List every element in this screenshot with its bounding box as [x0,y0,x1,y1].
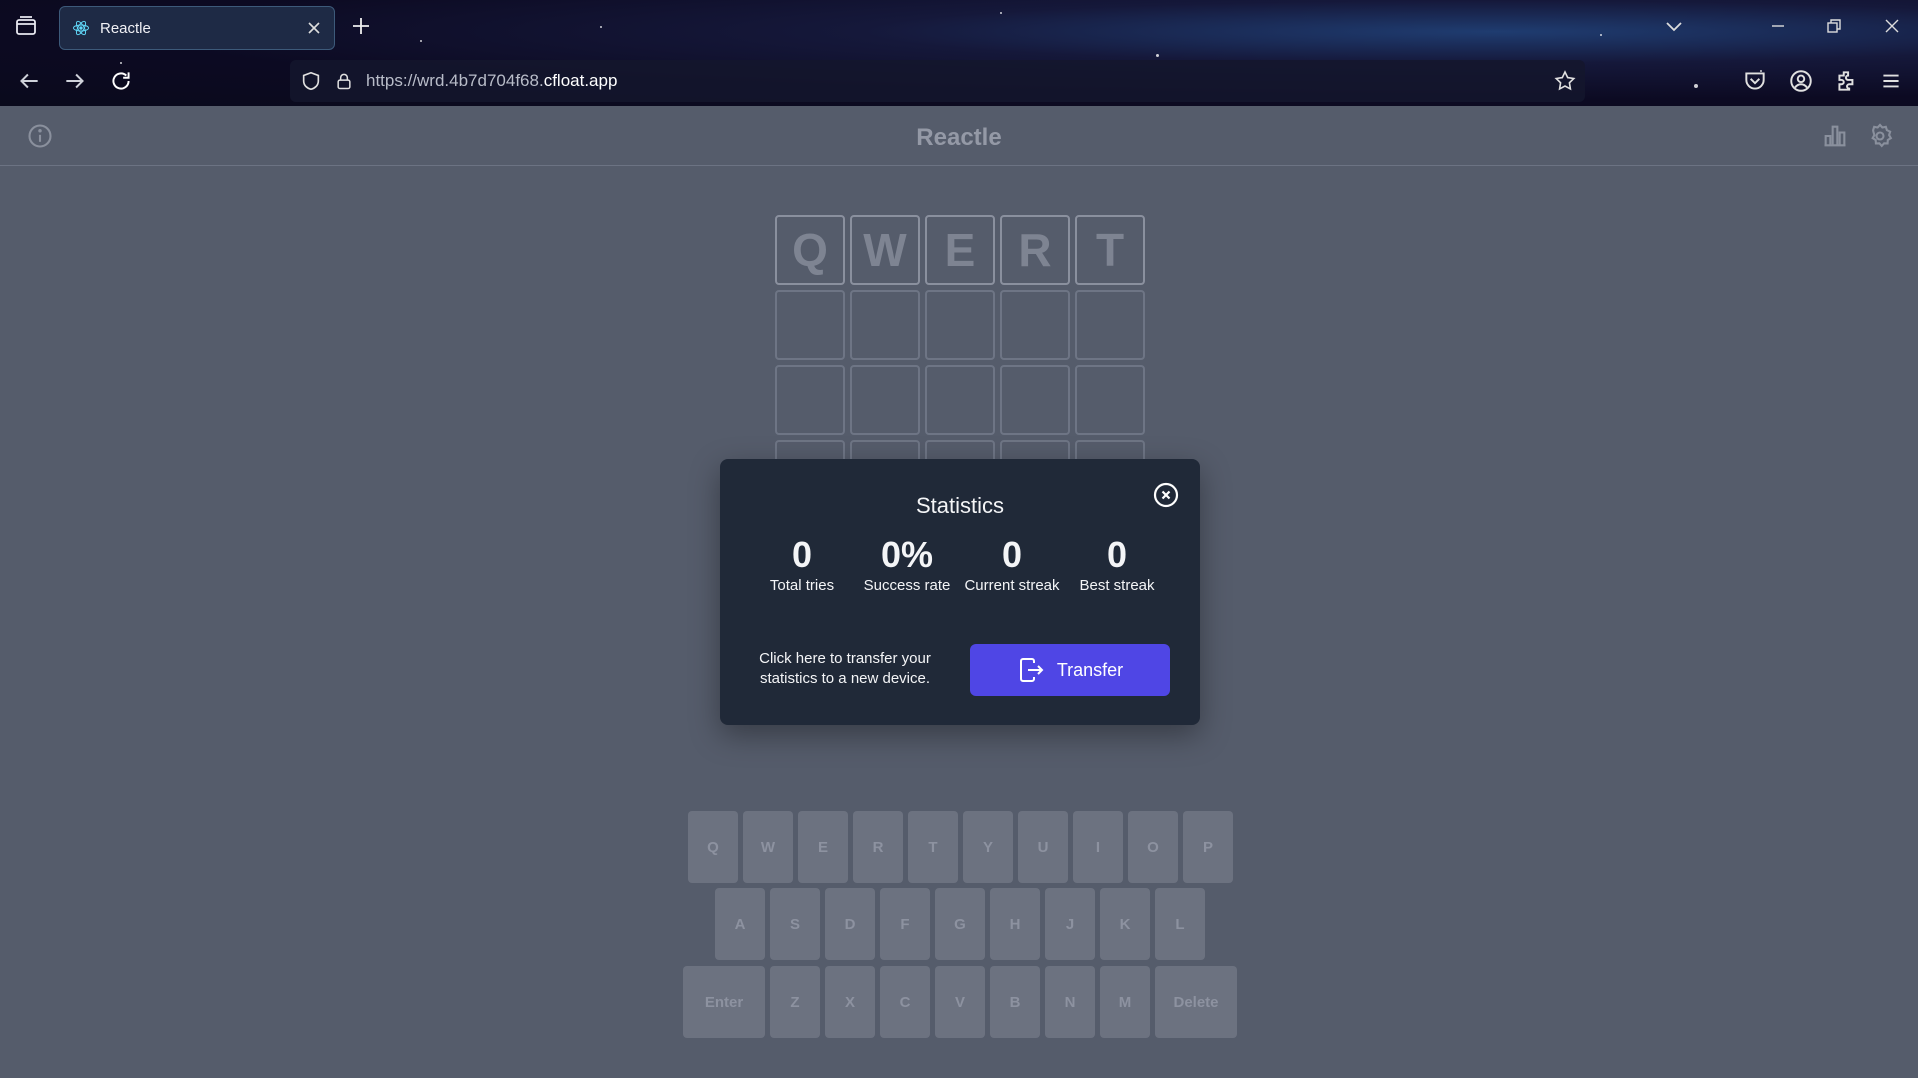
bookmark-star-icon[interactable] [1553,69,1577,93]
key-z[interactable]: Z [770,966,820,1038]
grid-cell [1075,365,1145,435]
settings-gear-icon[interactable] [1866,122,1894,150]
restore-icon[interactable] [1822,14,1846,38]
navigation-bar: https://wrd.4b7d704f68.cfloat.app [0,58,1918,104]
key-a[interactable]: A [715,888,765,960]
stat-label: Current streak [964,576,1060,594]
key-u[interactable]: U [1018,811,1068,883]
key-v[interactable]: V [935,966,985,1038]
transfer-button[interactable]: Transfer [970,644,1170,696]
stat-value: 0 [791,534,813,575]
key-j[interactable]: J [1045,888,1095,960]
key-h[interactable]: H [990,888,1040,960]
tracking-protection-shield-icon[interactable] [300,70,322,92]
transfer-export-icon [1019,658,1044,682]
key-t[interactable]: T [908,811,958,883]
stat-value: 0 [1106,534,1128,575]
stat-best-streak: 0 Best streak [1062,535,1172,594]
key-l[interactable]: L [1155,888,1205,960]
key-delete[interactable]: Delete [1155,966,1237,1038]
key-m[interactable]: M [1100,966,1150,1038]
lock-icon[interactable] [334,70,354,92]
grid-cell [1000,290,1070,360]
react-logo-icon [73,20,89,36]
grid-cell [925,365,995,435]
grid-cell [1000,365,1070,435]
tab-bar: Reactle [0,0,1918,54]
key-g[interactable]: G [935,888,985,960]
close-window-icon[interactable] [1880,14,1904,38]
menu-icon[interactable] [1878,68,1904,94]
key-s[interactable]: S [770,888,820,960]
browser-chrome: Reactle https://wrd.4b7d704f68.cfloat.ap… [0,0,1918,106]
new-tab-icon[interactable] [350,15,372,37]
statistics-modal: Statistics 0 Total tries 0% Success rate… [720,459,1200,725]
statistics-chart-icon[interactable] [1821,122,1849,150]
grid-cell: W [850,215,920,285]
key-e[interactable]: E [798,811,848,883]
tab-reactle[interactable]: Reactle [59,6,335,50]
account-icon[interactable] [1788,68,1814,94]
list-all-tabs-icon[interactable] [1662,14,1686,38]
key-d[interactable]: D [825,888,875,960]
stat-value: 0% [880,534,934,575]
stat-total-tries: 0 Total tries [747,535,857,594]
key-c[interactable]: C [880,966,930,1038]
transfer-button-label: Transfer [1056,659,1124,680]
grid-cell [850,365,920,435]
key-o[interactable]: O [1128,811,1178,883]
modal-title: Statistics [915,493,1005,518]
grid-cell: Q [775,215,845,285]
stat-label: Success rate [863,576,951,594]
app-header: Reactle [0,106,1918,166]
grid-cell [775,290,845,360]
grid-cell [775,365,845,435]
grid-cell: R [1000,215,1070,285]
stat-label: Total tries [769,576,835,594]
key-y[interactable]: Y [963,811,1013,883]
key-x[interactable]: X [825,966,875,1038]
tab-list-icon[interactable] [14,14,38,38]
transfer-description: Click here to transfer your statistics t… [759,650,931,688]
close-modal-icon[interactable] [1152,481,1180,509]
key-r[interactable]: R [853,811,903,883]
stat-success-rate: 0% Success rate [852,535,962,594]
grid-cell: E [925,215,995,285]
forward-icon[interactable] [62,68,88,94]
key-f[interactable]: F [880,888,930,960]
stat-value: 0 [1001,534,1023,575]
grid-cell [1075,290,1145,360]
key-k[interactable]: K [1100,888,1150,960]
minimize-icon[interactable] [1766,14,1790,38]
key-w[interactable]: W [743,811,793,883]
extensions-icon[interactable] [1834,68,1860,94]
grid-cell [925,290,995,360]
grid-cell [850,290,920,360]
stat-label: Best streak [1079,576,1155,594]
key-b[interactable]: B [990,966,1040,1038]
grid-cell: T [1075,215,1145,285]
back-icon[interactable] [16,68,42,94]
pocket-icon[interactable] [1742,68,1768,94]
stat-current-streak: 0 Current streak [957,535,1067,594]
url-text: https://wrd.4b7d704f68.cfloat.app [366,71,618,90]
key-q[interactable]: Q [688,811,738,883]
key-p[interactable]: P [1183,811,1233,883]
key-enter[interactable]: Enter [683,966,765,1038]
address-bar[interactable]: https://wrd.4b7d704f68.cfloat.app [290,60,1585,102]
app-title: Reactle [916,124,1002,151]
key-i[interactable]: I [1073,811,1123,883]
reload-icon[interactable] [108,68,134,94]
close-tab-icon[interactable] [306,20,322,36]
key-n[interactable]: N [1045,966,1095,1038]
tab-title: Reactle [100,19,151,37]
